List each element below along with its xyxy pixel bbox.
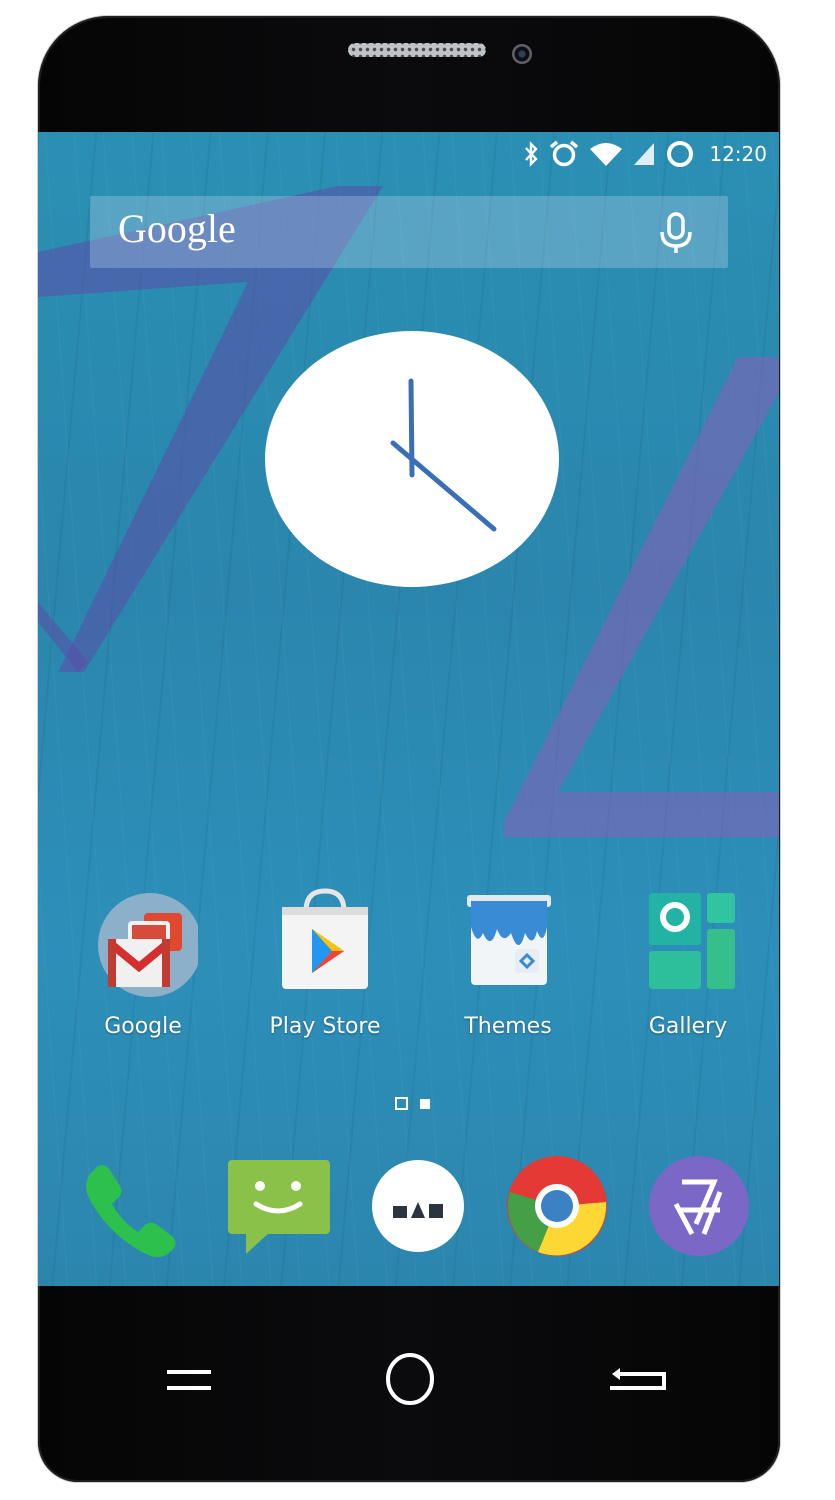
search-bar[interactable]: Google [90, 196, 728, 268]
google-folder-icon [98, 893, 198, 997]
messaging-icon[interactable] [224, 1152, 334, 1262]
app-label: Gallery [648, 1014, 728, 1039]
app-label: Themes [464, 1014, 552, 1039]
back-icon[interactable] [608, 1364, 668, 1394]
front-camera [512, 44, 532, 64]
page-indicator [395, 1097, 430, 1110]
app-themes[interactable]: Themes [433, 887, 583, 1067]
nav-bar [38, 1286, 780, 1482]
app-drawer-icon[interactable] [363, 1152, 473, 1262]
google-logo: Google [118, 206, 236, 251]
status-bar: 12:20 [38, 132, 779, 174]
dock [38, 1152, 779, 1262]
phone-icon[interactable] [76, 1152, 186, 1262]
play-store-icon [282, 888, 368, 989]
camera-icon[interactable] [644, 1152, 754, 1262]
alarm-icon [550, 140, 579, 167]
status-icons: 12:20 [523, 136, 767, 172]
wallpaper-shapes [38, 186, 779, 837]
page-dot[interactable] [420, 1098, 430, 1109]
app-row: Google Play Store Themes Gallery [38, 887, 779, 1067]
bluetooth-icon [525, 141, 539, 167]
app-gallery[interactable]: Gallery [613, 887, 763, 1067]
page-dot-active[interactable] [395, 1097, 408, 1110]
status-time: 12:20 [709, 142, 767, 166]
app-label: Play Store [269, 1014, 381, 1039]
chrome-icon[interactable] [502, 1152, 612, 1262]
analog-clock-widget[interactable] [265, 331, 559, 587]
gallery-icon [649, 893, 735, 989]
menu-icon[interactable] [166, 1368, 212, 1392]
battery-ring-icon [667, 141, 694, 167]
earpiece-speaker [348, 43, 486, 57]
mic-icon[interactable] [656, 212, 696, 254]
themes-icon [467, 895, 551, 985]
app-google-folder[interactable]: Google [68, 887, 218, 1067]
wifi-icon [590, 143, 623, 166]
clock-hands [390, 378, 497, 532]
cell-signal-icon [634, 143, 655, 165]
app-label: Google [104, 1014, 182, 1039]
app-play-store[interactable]: Play Store [250, 887, 400, 1067]
home-screen: 12:20 Google Google Play Store Themes Ga… [38, 132, 779, 1286]
home-icon[interactable] [384, 1352, 436, 1406]
